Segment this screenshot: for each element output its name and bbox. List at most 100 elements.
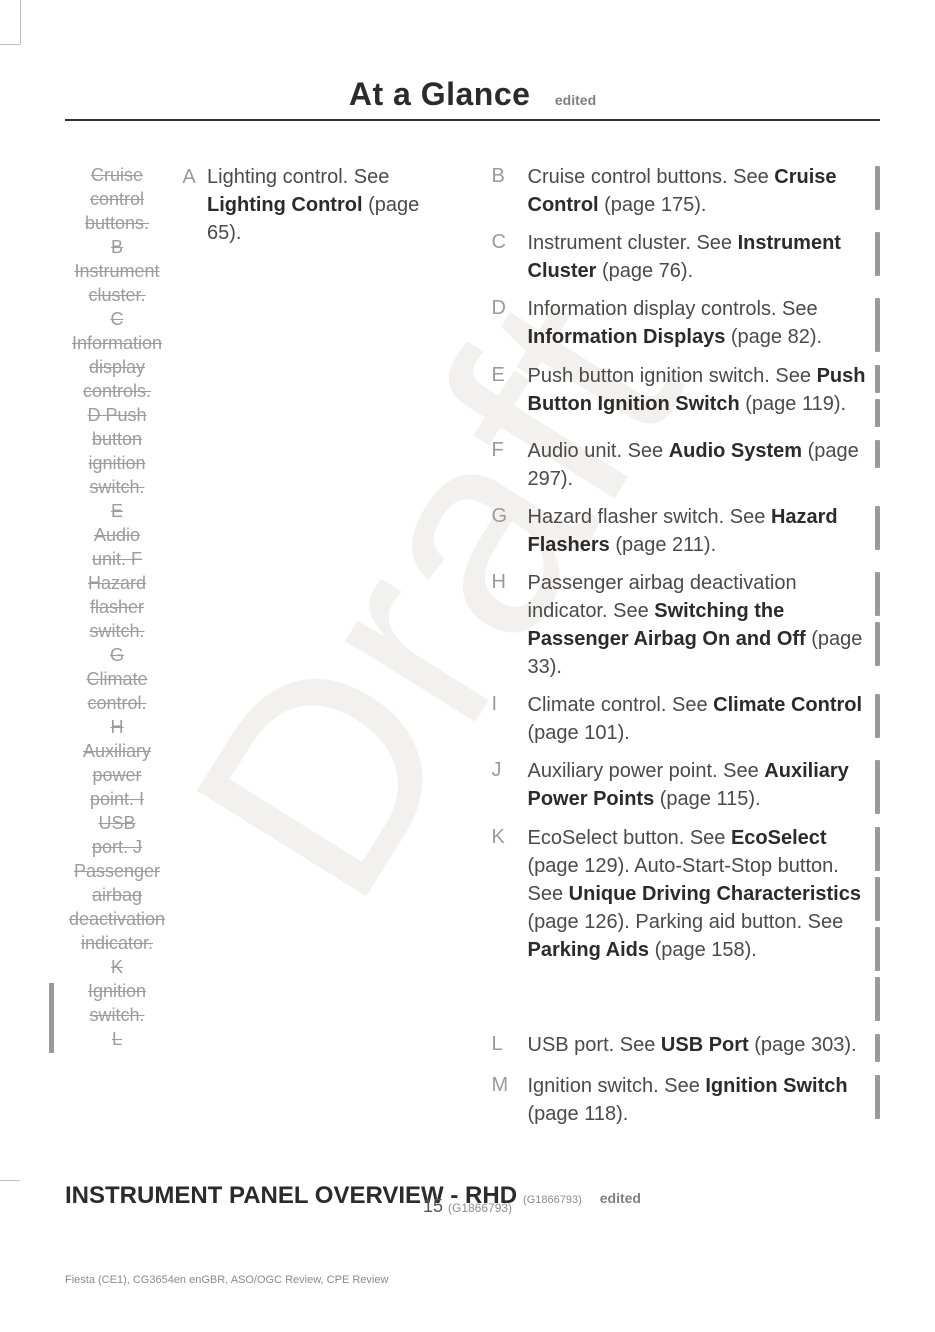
change-bar xyxy=(875,622,880,666)
deleted-line: Cruise xyxy=(57,163,177,187)
change-bar xyxy=(875,760,880,814)
list-label: D xyxy=(492,295,528,320)
change-bar-group xyxy=(868,437,880,468)
deleted-line: E xyxy=(57,499,177,523)
list-text: Ignition switch. See Ignition Switch (pa… xyxy=(528,1072,869,1128)
change-bar xyxy=(875,365,880,393)
deleted-line: B xyxy=(57,235,177,259)
change-bar xyxy=(875,572,880,616)
right-column: BCruise control buttons. See Cruise Cont… xyxy=(492,163,881,1138)
deleted-line: switch. xyxy=(57,1003,177,1027)
list-item: DInformation display controls. See Infor… xyxy=(492,295,881,352)
deleted-line: D Push xyxy=(57,403,177,427)
deleted-line: Passenger xyxy=(57,859,177,883)
list-label: K xyxy=(492,824,528,849)
deleted-line: ignition xyxy=(57,451,177,475)
list-item: FAudio unit. See Audio System (page 297)… xyxy=(492,437,881,493)
change-bar xyxy=(875,506,880,550)
deleted-line: unit. F xyxy=(57,547,177,571)
change-bar xyxy=(875,877,880,921)
list-text: Auxiliary power point. See Auxiliary Pow… xyxy=(528,757,869,813)
list-text: Audio unit. See Audio System (page 297). xyxy=(528,437,869,493)
list-text: USB port. See USB Port (page 303). xyxy=(528,1031,869,1059)
change-bar-group xyxy=(868,295,880,352)
deleted-line: Instrument xyxy=(57,259,177,283)
deleted-line: Ignition xyxy=(57,979,177,1003)
list-label: H xyxy=(492,569,528,594)
list-item: JAuxiliary power point. See Auxiliary Po… xyxy=(492,757,881,814)
change-bar-group xyxy=(868,229,880,276)
deleted-line: C xyxy=(57,307,177,331)
change-bar xyxy=(875,232,880,276)
footer-meta: Fiesta (CE1), CG3654en enGBR, ASO/OGC Re… xyxy=(65,1274,388,1286)
deleted-line: port. J xyxy=(57,835,177,859)
deleted-line: control. xyxy=(57,691,177,715)
change-bar xyxy=(875,1075,880,1119)
deleted-line: switch. xyxy=(57,619,177,643)
list-item: IClimate control. See Climate Control (p… xyxy=(492,691,881,747)
list-label: B xyxy=(492,163,528,188)
change-bar-group xyxy=(868,503,880,550)
page-number: 15 (G1866793) xyxy=(0,1196,935,1217)
change-bar-group xyxy=(868,1072,880,1119)
list-label: G xyxy=(492,503,528,528)
change-bar xyxy=(875,977,880,1021)
deleted-line: K xyxy=(57,955,177,979)
change-bar xyxy=(875,166,880,210)
list-label: J xyxy=(492,757,528,782)
deleted-line: cluster. xyxy=(57,283,177,307)
deleted-line: H xyxy=(57,715,177,739)
deleted-line: buttons. xyxy=(57,211,177,235)
deleted-line: control xyxy=(57,187,177,211)
list-item: BCruise control buttons. See Cruise Cont… xyxy=(492,163,881,219)
list-label: C xyxy=(492,229,528,254)
deleted-line: L xyxy=(57,1027,177,1051)
left-column: Cruisecontrolbuttons.BInstrumentcluster.… xyxy=(65,163,454,1138)
list-item: CInstrument cluster. See Instrument Clus… xyxy=(492,229,881,285)
change-bar xyxy=(875,1034,880,1062)
change-bar xyxy=(875,694,880,738)
deleted-line: Hazard xyxy=(57,571,177,595)
list-text: Information display controls. See Inform… xyxy=(528,295,869,351)
deleted-line: USB xyxy=(57,811,177,835)
change-bar-group xyxy=(868,163,880,210)
list-item: GHazard flasher switch. See Hazard Flash… xyxy=(492,503,881,559)
deleted-line: button xyxy=(57,427,177,451)
list-item: MIgnition switch. See Ignition Switch (p… xyxy=(492,1072,881,1128)
page-title: At a Glance xyxy=(349,76,531,112)
change-bar-group xyxy=(868,757,880,814)
deleted-line: deactivation xyxy=(57,907,177,931)
list-item: HPassenger airbag deactivation indicator… xyxy=(492,569,881,681)
change-bar xyxy=(875,440,880,468)
list-item: LUSB port. See USB Port (page 303). xyxy=(492,1031,881,1062)
deleted-line: display xyxy=(57,355,177,379)
change-bar-group xyxy=(868,362,880,427)
edited-badge: edited xyxy=(555,92,596,108)
deleted-line: power xyxy=(57,763,177,787)
deleted-line: flasher xyxy=(57,595,177,619)
change-bar xyxy=(875,298,880,352)
change-bar-group xyxy=(868,569,880,666)
list-label: E xyxy=(492,362,528,387)
list-item: EPush button ignition switch. See Push B… xyxy=(492,362,881,427)
list-label: M xyxy=(492,1072,528,1097)
page-header: At a Glance edited xyxy=(65,0,880,121)
deleted-line: Climate xyxy=(57,667,177,691)
deleted-text-block: Cruisecontrolbuttons.BInstrumentcluster.… xyxy=(57,163,177,1051)
change-bar-group xyxy=(868,691,880,738)
deleted-line: controls. xyxy=(57,379,177,403)
list-text: Cruise control buttons. See Cruise Contr… xyxy=(528,163,869,219)
list-text: Passenger airbag deactivation indicator.… xyxy=(528,569,869,681)
list-text: Hazard flasher switch. See Hazard Flashe… xyxy=(528,503,869,559)
change-bar-group xyxy=(868,1031,880,1062)
deleted-line: G xyxy=(57,643,177,667)
list-text: Instrument cluster. See Instrument Clust… xyxy=(528,229,869,285)
change-bar xyxy=(49,983,54,1053)
deleted-line: switch. xyxy=(57,475,177,499)
list-label: L xyxy=(492,1031,528,1056)
header-rule xyxy=(65,119,880,121)
list-label: F xyxy=(492,437,528,462)
list-text: Push button ignition switch. See Push Bu… xyxy=(528,362,869,418)
deleted-line: airbag xyxy=(57,883,177,907)
change-bar xyxy=(875,399,880,427)
